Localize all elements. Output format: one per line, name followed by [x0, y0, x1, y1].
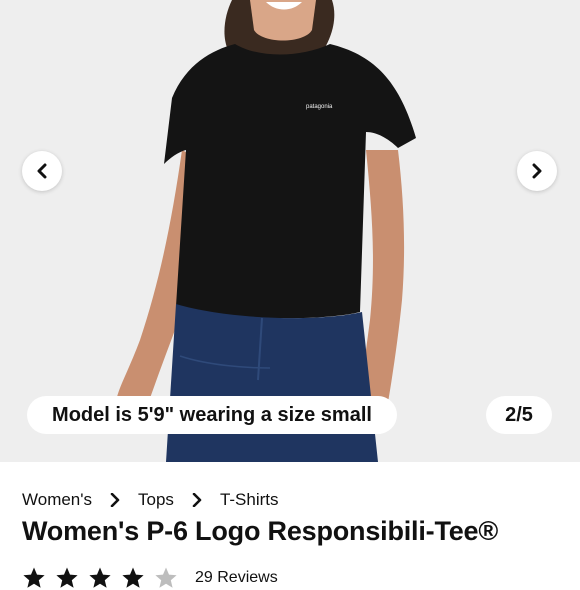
- star-icon: [23, 567, 45, 588]
- chevron-right-icon: [110, 493, 120, 507]
- breadcrumb-item-tops[interactable]: Tops: [138, 490, 174, 510]
- star-icon: [89, 567, 111, 588]
- breadcrumb-item-t-shirts[interactable]: T-Shirts: [220, 490, 279, 510]
- star-empty-icon: [155, 567, 177, 588]
- breadcrumb-separator: [92, 493, 138, 507]
- product-rating[interactable]: 29 Reviews: [22, 566, 278, 590]
- chevron-left-icon: [37, 163, 47, 179]
- previous-image-button[interactable]: [22, 151, 62, 191]
- breadcrumb-separator: [174, 493, 220, 507]
- product-image-gallery[interactable]: patagonia Model is 5'9" wearing a size s…: [0, 0, 580, 462]
- image-caption: Model is 5'9" wearing a size small: [27, 396, 397, 434]
- product-photo: patagonia: [0, 0, 580, 462]
- next-image-button[interactable]: [517, 151, 557, 191]
- star-icon: [56, 567, 78, 588]
- chevron-right-icon: [192, 493, 202, 507]
- reviews-link[interactable]: 29 Reviews: [195, 569, 278, 587]
- chevron-right-icon: [532, 163, 542, 179]
- breadcrumb-item-womens[interactable]: Women's: [22, 490, 92, 510]
- product-title: Women's P-6 Logo Responsibili-Tee®: [22, 516, 499, 546]
- tee-logo: patagonia: [306, 104, 333, 110]
- breadcrumb: Women's Tops T-Shirts: [22, 489, 279, 511]
- star-icon: [122, 567, 144, 588]
- image-caption-text: Model is 5'9" wearing a size small: [52, 403, 372, 426]
- image-counter: 2/5: [486, 396, 552, 434]
- image-counter-text: 2/5: [505, 403, 533, 426]
